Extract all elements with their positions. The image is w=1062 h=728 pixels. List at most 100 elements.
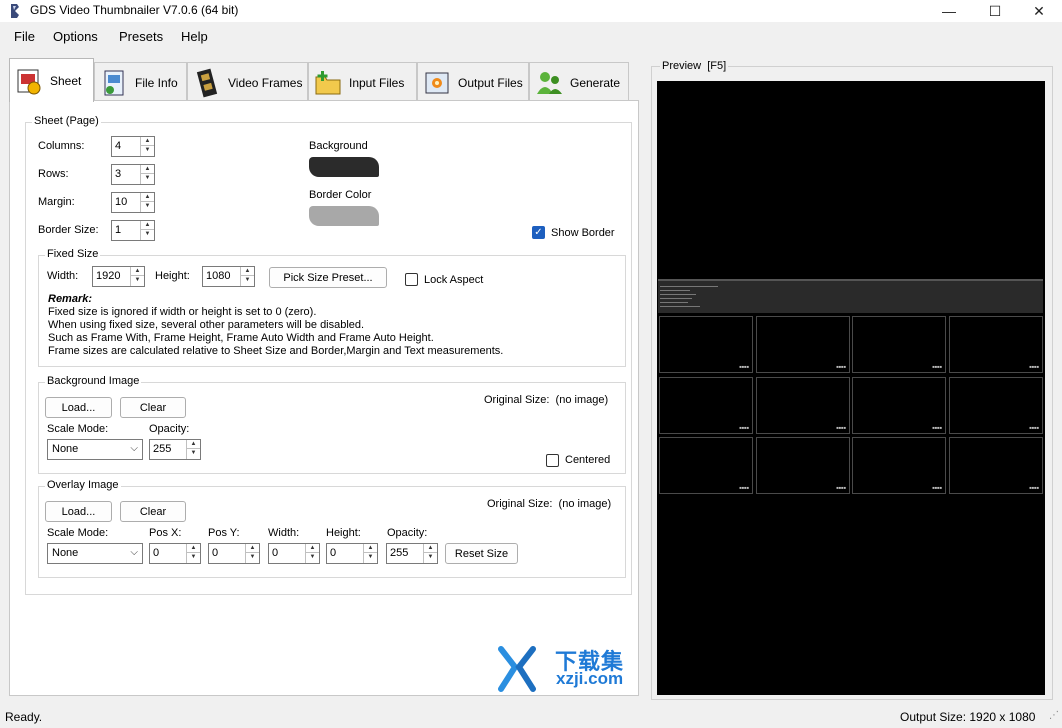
fixed-width-label: Width: [47,270,79,282]
overlay-scale-mode-select[interactable]: None ⌵ [47,543,143,564]
overlay-original-size-caption: Original Size: [487,498,553,510]
bg-opacity-stepper[interactable]: 255 ▲ ▼ [149,439,201,460]
down-arrow-icon[interactable]: ▼ [131,276,144,285]
pos-x-value: 0 [153,547,160,559]
remark-line: Frame sizes are calculated relative to S… [48,345,504,357]
tab-video-frames[interactable]: Video Frames [187,62,308,102]
minimize-icon[interactable]: — [926,0,972,22]
border-size-label: Border Size: [38,224,99,236]
tab-video-frames-label: Video Frames [228,75,303,90]
close-icon[interactable]: ✕ [1016,0,1062,22]
border-color-label: Border Color [309,189,372,201]
fixed-height-value: 1080 [206,270,231,282]
up-arrow-icon[interactable]: ▲ [306,544,319,553]
margin-stepper[interactable]: 10 ▲ ▼ [111,192,155,213]
centered-checkbox[interactable] [546,454,559,467]
bg-opacity-value: 255 [153,443,172,455]
maximize-icon[interactable]: ☐ [972,0,1018,22]
down-arrow-icon[interactable]: ▼ [141,202,154,211]
background-color-swatch[interactable] [309,157,379,177]
fixed-height-label: Height: [155,270,190,282]
up-arrow-icon[interactable]: ▲ [364,544,377,553]
pos-x-stepper[interactable]: 0 ▲ ▼ [149,543,201,564]
up-arrow-icon[interactable]: ▲ [141,221,154,230]
down-arrow-icon[interactable]: ▼ [141,146,154,155]
up-arrow-icon[interactable]: ▲ [187,440,200,449]
preview-thumbnail: ■■■■ [659,437,753,494]
columns-stepper[interactable]: 4 ▲ ▼ [111,136,155,157]
overlay-scale-mode-label: Scale Mode: [47,527,109,539]
tab-input-files[interactable]: Input Files [308,62,417,102]
reset-size-button[interactable]: Reset Size [445,543,518,564]
thumbnail-timestamp-mark: ■■■■ [836,485,846,490]
bg-load-button[interactable]: Load... [45,397,112,418]
bg-scale-mode-select[interactable]: None ⌵ [47,439,143,460]
status-bar: Ready. Output Size: 1920 x 1080 ⋰ [0,706,1062,728]
up-arrow-icon[interactable]: ▲ [241,267,254,276]
tab-generate-label: Generate [570,75,621,90]
thumbnail-timestamp-mark: ■■■■ [739,425,749,430]
tab-output-files[interactable]: Output Files [417,62,529,102]
down-arrow-icon[interactable]: ▼ [187,449,200,458]
overlay-load-button[interactable]: Load... [45,501,112,522]
overlay-height-stepper[interactable]: 0 ▲ ▼ [326,543,378,564]
thumbnail-timestamp-mark: ■■■■ [836,364,846,369]
up-arrow-icon[interactable]: ▲ [131,267,144,276]
bg-scale-mode-label: Scale Mode: [47,423,109,435]
overlay-width-stepper[interactable]: 0 ▲ ▼ [268,543,320,564]
up-arrow-icon[interactable]: ▲ [141,165,154,174]
remark-line: Such as Frame With, Frame Height, Frame … [48,332,434,344]
preview-label: Preview [F5] [660,60,729,72]
menu-presets[interactable]: Presets [119,29,163,44]
bg-scale-mode-value: None [52,443,79,455]
preview-thumbnail-grid: ■■■■ ■■■■ ■■■■ ■■■■ ■■■■ ■■■■ ■■■■ ■■■■ ■■■■ ■■■■… [659,314,1045,496]
down-arrow-icon[interactable]: ▼ [187,553,200,562]
fixed-height-stepper[interactable]: 1080 ▲ ▼ [202,266,255,287]
fixed-width-stepper[interactable]: 1920 ▲ ▼ [92,266,145,287]
bg-clear-button[interactable]: Clear [120,397,186,418]
thumbnail-timestamp-mark: ■■■■ [739,485,749,490]
overlay-original-size-label: Original Size: (no image) [487,498,611,510]
sheet-icon [17,69,41,94]
preview-thumbnail: ■■■■ [949,437,1043,494]
border-color-swatch[interactable] [309,206,379,226]
thumbnail-timestamp-mark: ■■■■ [1029,485,1039,490]
up-arrow-icon[interactable]: ▲ [141,193,154,202]
file-info-icon [104,70,124,95]
preview-thumbnail: ■■■■ [659,316,753,373]
up-arrow-icon[interactable]: ▲ [424,544,437,553]
lock-aspect-checkbox[interactable] [405,273,418,286]
border-size-stepper[interactable]: 1 ▲ ▼ [111,220,155,241]
resize-grip-icon[interactable]: ⋰ [1049,710,1059,721]
down-arrow-icon[interactable]: ▼ [141,230,154,239]
thumbnail-timestamp-mark: ■■■■ [1029,425,1039,430]
tab-generate[interactable]: Generate [529,62,629,102]
fixed-width-value: 1920 [96,270,121,282]
status-text: Ready. [5,710,43,724]
up-arrow-icon[interactable]: ▲ [141,137,154,146]
overlay-width-label: Width: [268,527,300,539]
up-arrow-icon[interactable]: ▲ [187,544,200,553]
tab-sheet[interactable]: Sheet [9,58,94,102]
pos-y-stepper[interactable]: 0 ▲ ▼ [208,543,260,564]
show-border-checkbox[interactable]: ✓ [532,226,545,239]
menu-help[interactable]: Help [181,29,208,44]
down-arrow-icon[interactable]: ▼ [246,553,259,562]
rows-stepper[interactable]: 3 ▲ ▼ [111,164,155,185]
pick-size-preset-button[interactable]: Pick Size Preset... [269,267,387,288]
app-icon [11,4,19,18]
overlay-clear-button[interactable]: Clear [120,501,186,522]
menu-bar: File Options Presets Help [0,24,1062,50]
tab-file-info[interactable]: File Info [94,62,187,102]
rows-value: 3 [115,168,122,180]
down-arrow-icon[interactable]: ▼ [364,553,377,562]
up-arrow-icon[interactable]: ▲ [246,544,259,553]
overlay-opacity-stepper[interactable]: 255 ▲ ▼ [386,543,438,564]
down-arrow-icon[interactable]: ▼ [306,553,319,562]
down-arrow-icon[interactable]: ▼ [241,276,254,285]
menu-file[interactable]: File [14,29,35,44]
down-arrow-icon[interactable]: ▼ [424,553,437,562]
menu-options[interactable]: Options [53,29,98,44]
down-arrow-icon[interactable]: ▼ [141,174,154,183]
remark-title: Remark: [48,293,93,305]
